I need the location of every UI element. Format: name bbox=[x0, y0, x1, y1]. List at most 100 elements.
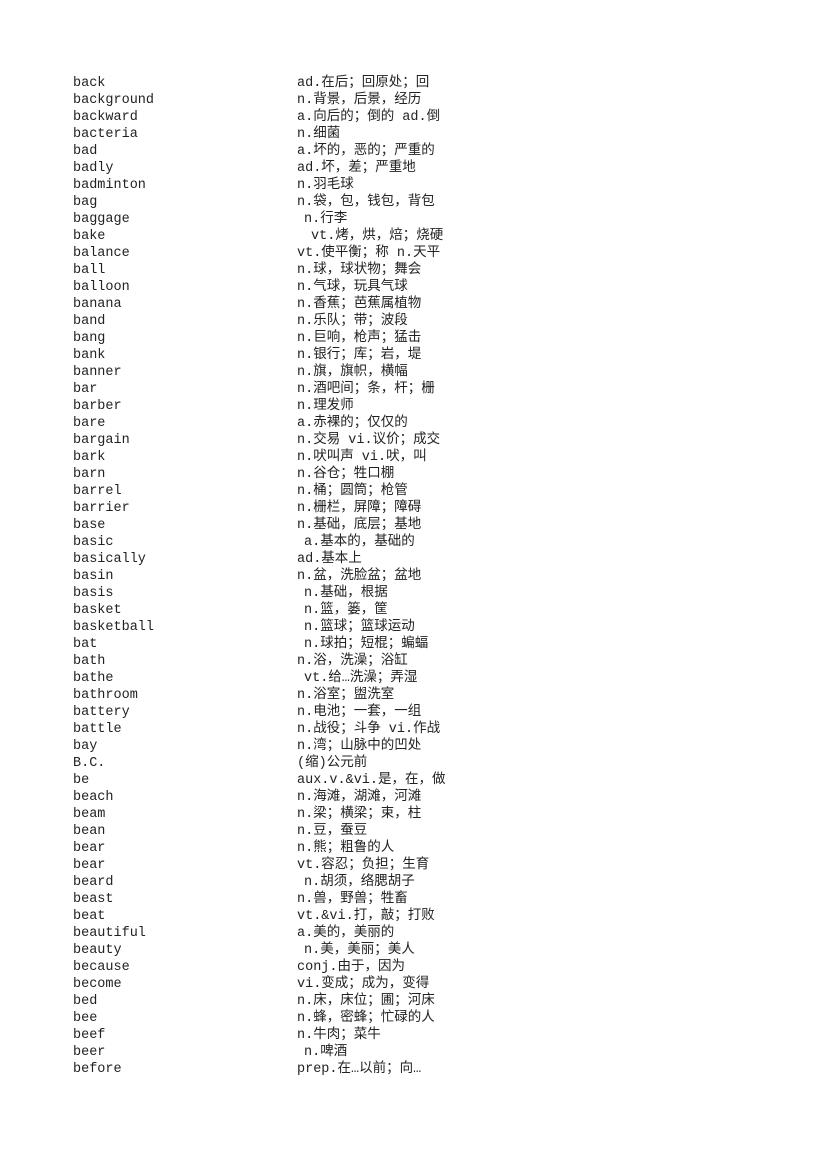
vocabulary-entry-row: battle n.战役；斗争 vi.作战 bbox=[73, 721, 773, 738]
vocabulary-entry-row: because conj.由于，因为 bbox=[73, 959, 773, 976]
vocabulary-entry-row: beam n.梁；横梁；束，柱 bbox=[73, 806, 773, 823]
vocabulary-entry-row: badly ad.坏，差；严重地 bbox=[73, 160, 773, 177]
entry-definition: n.电池；一套，一组 bbox=[297, 705, 422, 720]
entry-definition: ad.坏，差；严重地 bbox=[297, 161, 416, 176]
vocabulary-entry-row: badminton n.羽毛球 bbox=[73, 177, 773, 194]
entry-word: baggage bbox=[73, 212, 130, 227]
entry-definition: a.基本的，基础的 bbox=[304, 535, 415, 550]
entry-word: bad bbox=[73, 144, 98, 159]
entry-word: bare bbox=[73, 416, 106, 431]
entry-definition: conj.由于，因为 bbox=[297, 960, 406, 975]
entry-word: beat bbox=[73, 909, 106, 924]
vocabulary-entry-row: banner n.旗，旗帜，横幅 bbox=[73, 364, 773, 381]
vocabulary-entry-row: battery n.电池；一套，一组 bbox=[73, 704, 773, 721]
entry-word: bear bbox=[73, 858, 106, 873]
vocabulary-entry-row: bed n.床，床位；圃；河床 bbox=[73, 993, 773, 1010]
entry-word: bed bbox=[73, 994, 98, 1009]
entry-word: barrel bbox=[73, 484, 122, 499]
entry-definition: n.基础，底层；基地 bbox=[297, 518, 422, 533]
entry-definition: n.栅栏，屏障；障碍 bbox=[297, 501, 422, 516]
vocabulary-entry-row: be aux.v.&vi.是，在，做 bbox=[73, 772, 773, 789]
entry-word: bark bbox=[73, 450, 106, 465]
entry-definition: n.羽毛球 bbox=[297, 178, 354, 193]
entry-definition: n.盆，洗脸盆；盆地 bbox=[297, 569, 422, 584]
entry-definition: n.战役；斗争 vi.作战 bbox=[297, 722, 441, 737]
entry-word: basketball bbox=[73, 620, 155, 635]
vocabulary-entry-row: backward a.向后的；倒的 ad.倒 bbox=[73, 109, 773, 126]
vocabulary-entry-row: before prep.在…以前；向… bbox=[73, 1061, 773, 1078]
entry-word: beauty bbox=[73, 943, 122, 958]
entry-definition: n.床，床位；圃；河床 bbox=[297, 994, 435, 1009]
entry-definition: n.旗，旗帜，横幅 bbox=[297, 365, 408, 380]
entry-word: background bbox=[73, 93, 155, 108]
vocabulary-entry-row: bang n.巨响，枪声；猛击 bbox=[73, 330, 773, 347]
vocabulary-entry-row: beef n.牛肉；菜牛 bbox=[73, 1027, 773, 1044]
vocabulary-entry-row: basketball n.篮球；篮球运动 bbox=[73, 619, 773, 636]
entry-word: bathroom bbox=[73, 688, 138, 703]
entry-definition: n.海滩，湖滩，河滩 bbox=[297, 790, 422, 805]
entry-word: basket bbox=[73, 603, 122, 618]
entry-definition: vt.烤，烘，焙；烧硬 bbox=[311, 229, 444, 244]
vocabulary-entry-row: bad a.坏的，恶的；严重的 bbox=[73, 143, 773, 160]
vocabulary-entry-row: barrier n.栅栏，屏障；障碍 bbox=[73, 500, 773, 517]
entry-definition: n.袋，包，钱包，背包 bbox=[297, 195, 435, 210]
vocabulary-entry-row: B.C. (缩)公元前 bbox=[73, 755, 773, 772]
vocabulary-entry-row: bear vt.容忍；负担；生育 bbox=[73, 857, 773, 874]
vocabulary-entry-row: baggage n.行李 bbox=[73, 211, 773, 228]
vocabulary-entry-row: beer n.啤酒 bbox=[73, 1044, 773, 1061]
vocabulary-entry-row: bathroom n.浴室；盥洗室 bbox=[73, 687, 773, 704]
entry-word: balloon bbox=[73, 280, 130, 295]
vocabulary-entry-row: bean n.豆，蚕豆 bbox=[73, 823, 773, 840]
entry-word: basis bbox=[73, 586, 114, 601]
entry-definition: n.蜂，密蜂；忙碌的人 bbox=[297, 1011, 435, 1026]
entry-word: beam bbox=[73, 807, 106, 822]
vocabulary-entry-row: base n.基础，底层；基地 bbox=[73, 517, 773, 534]
vocabulary-entry-row: beautiful a.美的，美丽的 bbox=[73, 925, 773, 942]
vocabulary-entry-row: band n.乐队；带；波段 bbox=[73, 313, 773, 330]
vocabulary-entry-row: barber n.理发师 bbox=[73, 398, 773, 415]
vocabulary-entry-row: become vi.变成；成为，变得 bbox=[73, 976, 773, 993]
entry-word: bathe bbox=[73, 671, 114, 686]
vocabulary-entry-row: bat n.球拍；短棍；蝙蝠 bbox=[73, 636, 773, 653]
vocabulary-entry-row: beat vt.&vi.打，敲；打败 bbox=[73, 908, 773, 925]
vocabulary-entry-row: back ad.在后；回原处；回 bbox=[73, 75, 773, 92]
vocabulary-entry-row: balloon n.气球，玩具气球 bbox=[73, 279, 773, 296]
entry-definition: n.酒吧间；条，杆；栅 bbox=[297, 382, 435, 397]
entry-word: beach bbox=[73, 790, 114, 805]
entry-word: badly bbox=[73, 161, 114, 176]
entry-word: become bbox=[73, 977, 122, 992]
entry-word: bar bbox=[73, 382, 98, 397]
entry-definition: n.浴，洗澡；浴缸 bbox=[297, 654, 408, 669]
entry-word: beard bbox=[73, 875, 114, 890]
entry-definition: n.湾；山脉中的凹处 bbox=[297, 739, 422, 754]
entry-definition: a.向后的；倒的 ad.倒 bbox=[297, 110, 441, 125]
entry-word: barn bbox=[73, 467, 106, 482]
entry-definition: n.理发师 bbox=[297, 399, 354, 414]
entry-definition: n.胡须，络腮胡子 bbox=[304, 875, 415, 890]
entry-definition: vt.容忍；负担；生育 bbox=[297, 858, 430, 873]
entry-definition: ad.在后；回原处；回 bbox=[297, 76, 430, 91]
entry-definition: n.梁；横梁；束，柱 bbox=[297, 807, 422, 822]
entry-definition: n.篮，篓，筐 bbox=[304, 603, 388, 618]
entry-word: bag bbox=[73, 195, 98, 210]
vocabulary-entry-row: ball n.球，球状物；舞会 bbox=[73, 262, 773, 279]
entry-word: bake bbox=[73, 229, 106, 244]
entry-word: beast bbox=[73, 892, 114, 907]
entry-word: B.C. bbox=[73, 756, 106, 771]
entry-definition: n.桶；圆筒；枪管 bbox=[297, 484, 408, 499]
entry-definition: n.基础，根据 bbox=[304, 586, 388, 601]
entry-word: basin bbox=[73, 569, 114, 584]
entry-word: bank bbox=[73, 348, 106, 363]
vocabulary-entry-row: bank n.银行；库；岩，堤 bbox=[73, 347, 773, 364]
entry-definition: n.浴室；盥洗室 bbox=[297, 688, 395, 703]
entry-definition: (缩)公元前 bbox=[297, 756, 368, 771]
document-page: back ad.在后；回原处；回 background n.背景，后景，经历 backw… bbox=[0, 0, 827, 1170]
vocabulary-entry-row: bacteria n.细菌 bbox=[73, 126, 773, 143]
entry-word: bear bbox=[73, 841, 106, 856]
entry-word: balance bbox=[73, 246, 130, 261]
entry-definition: n.行李 bbox=[304, 212, 348, 227]
vocabulary-entry-row: beard n.胡须，络腮胡子 bbox=[73, 874, 773, 891]
entry-word: banana bbox=[73, 297, 122, 312]
entry-word: basic bbox=[73, 535, 114, 550]
vocabulary-entry-row: bay n.湾；山脉中的凹处 bbox=[73, 738, 773, 755]
